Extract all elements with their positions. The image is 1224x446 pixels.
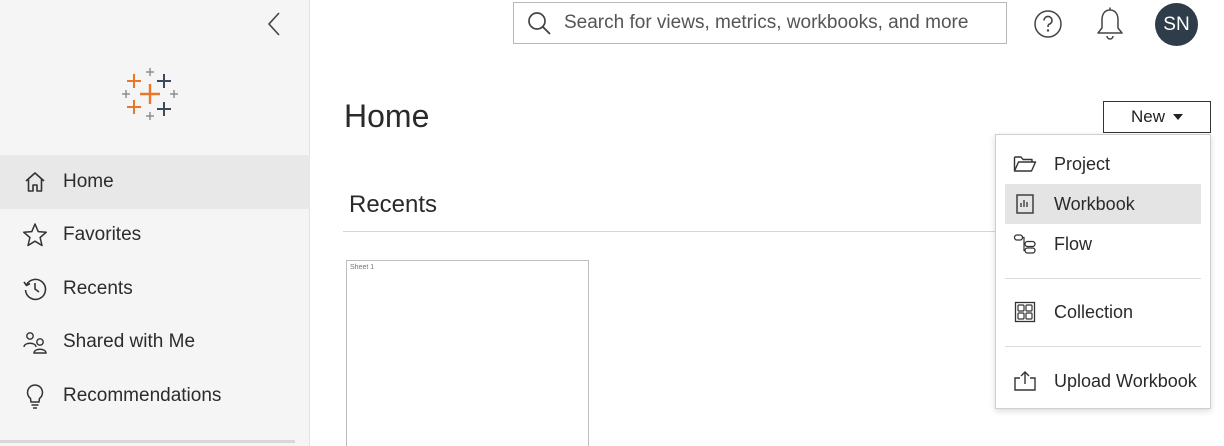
upload-icon bbox=[1013, 369, 1037, 393]
tableau-logo bbox=[122, 68, 178, 120]
menu-divider bbox=[1005, 278, 1201, 279]
chevron-left-icon bbox=[267, 12, 280, 36]
star-icon bbox=[22, 222, 48, 248]
new-dropdown-menu: Project Workbook Flow Collection Upload … bbox=[995, 134, 1211, 409]
card-thumbnail-label: Sheet 1 bbox=[350, 264, 375, 271]
divider bbox=[343, 231, 1000, 232]
sidebar-item-label: Shared with Me bbox=[63, 331, 196, 353]
new-button-label: New bbox=[1130, 107, 1165, 126]
new-button[interactable]: New bbox=[1103, 101, 1211, 133]
sidebar-nav: Home Favorites Recents Shared with Me Re… bbox=[0, 155, 310, 423]
home-icon bbox=[22, 169, 48, 195]
sidebar: Home Favorites Recents Shared with Me Re… bbox=[0, 0, 310, 446]
caret-down-icon bbox=[1173, 114, 1183, 120]
menu-item-flow[interactable]: Flow bbox=[1005, 224, 1201, 264]
flow-icon bbox=[1013, 232, 1037, 256]
menu-item-collection[interactable]: Collection bbox=[1005, 292, 1201, 332]
menu-divider bbox=[1005, 346, 1201, 347]
help-circle-icon bbox=[1034, 10, 1062, 38]
menu-item-label: Upload Workbook bbox=[1054, 370, 1197, 391]
sidebar-item-label: Home bbox=[63, 170, 114, 192]
menu-item-label: Project bbox=[1054, 153, 1111, 174]
bell-icon bbox=[1097, 7, 1123, 40]
page-title: Home bbox=[344, 98, 430, 134]
search-box[interactable] bbox=[513, 2, 1007, 44]
recent-workbook-card[interactable]: Sheet 1 bbox=[346, 260, 589, 446]
sidebar-item-label: Recommendations bbox=[63, 384, 222, 406]
sidebar-item-label: Recents bbox=[63, 277, 133, 299]
notifications-button[interactable] bbox=[1094, 7, 1126, 41]
shared-users-icon bbox=[22, 329, 48, 355]
sidebar-item-label: Favorites bbox=[63, 224, 142, 246]
sidebar-item-shared-with-me[interactable]: Shared with Me bbox=[0, 316, 310, 370]
menu-item-label: Collection bbox=[1054, 301, 1134, 322]
clock-history-icon bbox=[22, 276, 48, 302]
recents-section-title: Recents bbox=[349, 191, 438, 218]
sidebar-item-recommendations[interactable]: Recommendations bbox=[0, 369, 310, 423]
sidebar-item-favorites[interactable]: Favorites bbox=[0, 209, 310, 263]
menu-item-upload-workbook[interactable]: Upload Workbook bbox=[1005, 361, 1201, 401]
collection-icon bbox=[1013, 300, 1037, 324]
folder-open-icon bbox=[1013, 152, 1037, 176]
menu-item-label: Workbook bbox=[1054, 193, 1135, 214]
menu-item-project[interactable]: Project bbox=[1005, 144, 1201, 184]
collapse-sidebar-button[interactable] bbox=[262, 10, 286, 38]
lightbulb-icon bbox=[22, 383, 48, 409]
avatar[interactable]: SN bbox=[1155, 3, 1198, 46]
divider bbox=[0, 440, 295, 443]
sidebar-item-recents[interactable]: Recents bbox=[0, 262, 310, 316]
sidebar-item-home[interactable]: Home bbox=[0, 155, 310, 209]
search-icon bbox=[528, 12, 551, 35]
workbook-icon bbox=[1013, 192, 1037, 216]
menu-item-workbook[interactable]: Workbook bbox=[1005, 184, 1201, 224]
help-button[interactable] bbox=[1033, 9, 1063, 39]
avatar-initials: SN bbox=[1163, 13, 1190, 35]
search-input[interactable] bbox=[564, 12, 994, 34]
menu-item-label: Flow bbox=[1054, 233, 1093, 254]
